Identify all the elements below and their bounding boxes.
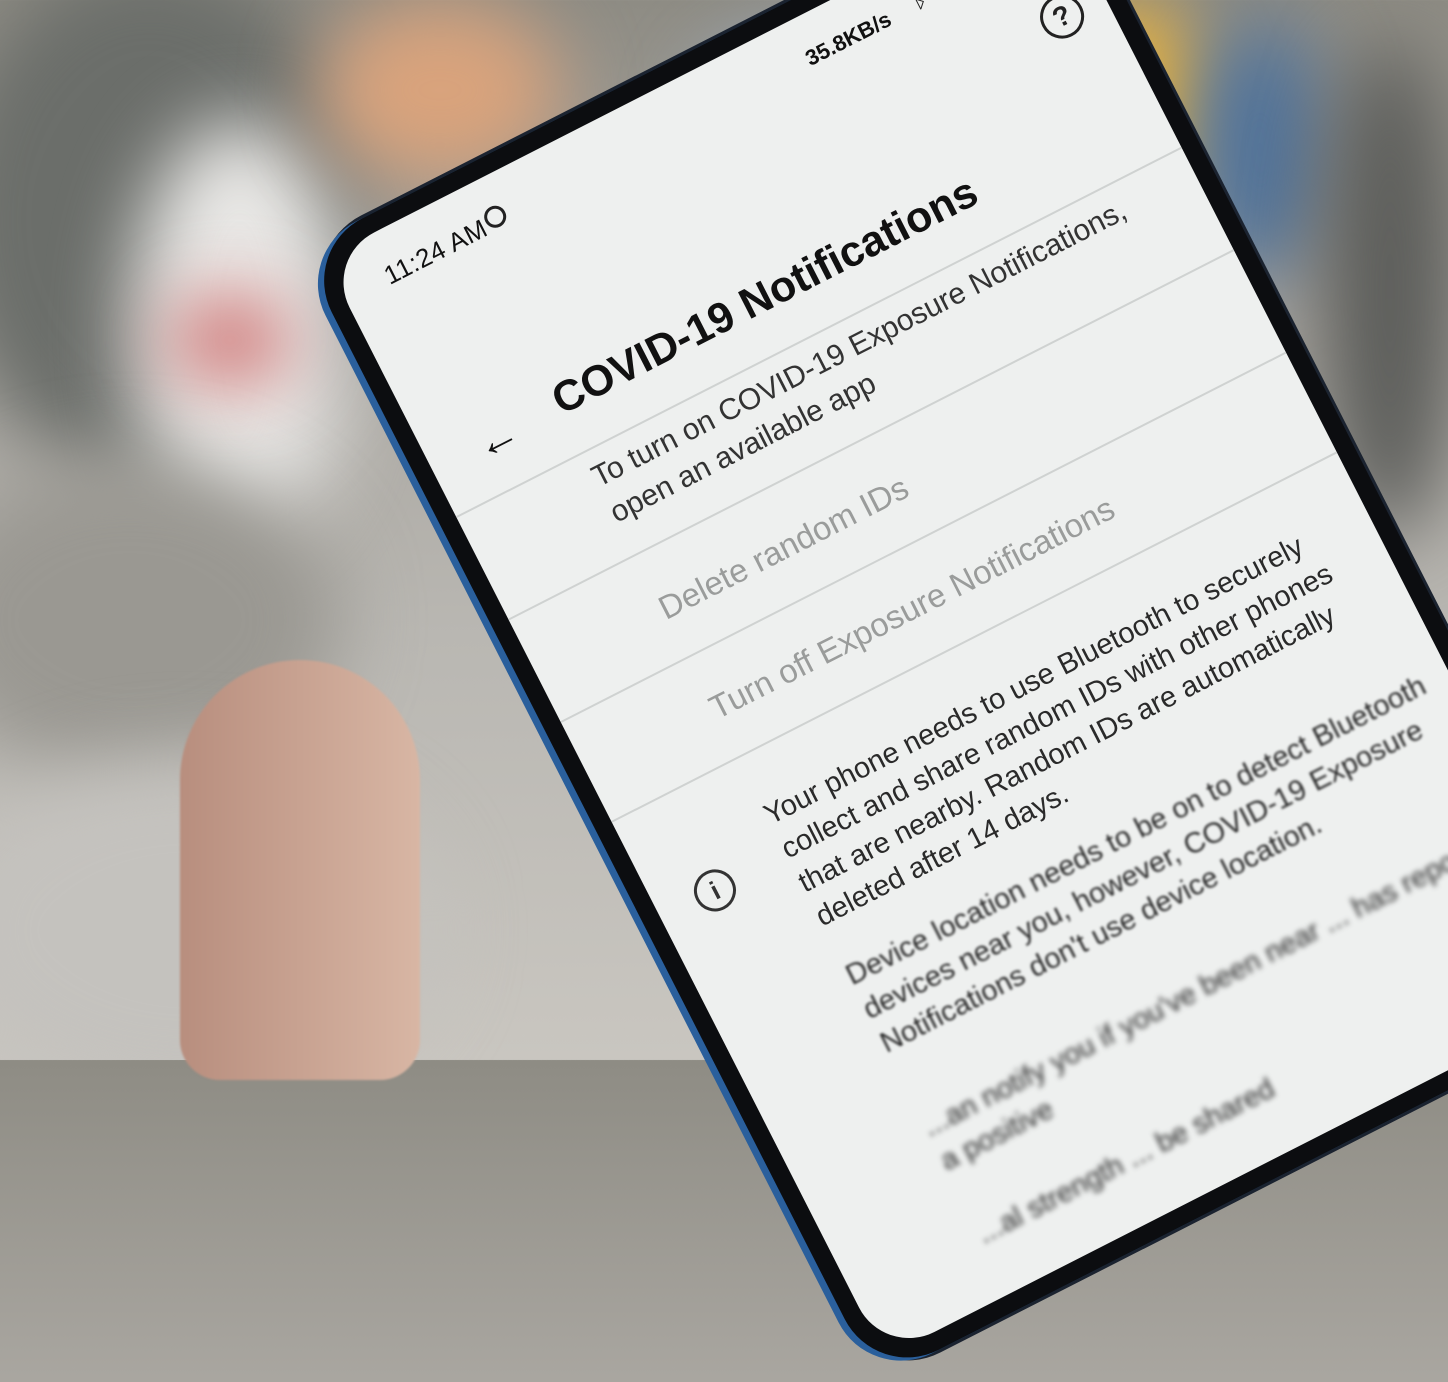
help-icon[interactable]: ?: [1032, 0, 1092, 47]
network-speed: 35.8KB/s: [801, 6, 896, 71]
bluetooth-icon: ᛒ: [906, 0, 936, 15]
back-arrow-icon[interactable]: ←: [466, 407, 528, 472]
thumb: [180, 660, 420, 1080]
status-icons: ᛒ⊘◴▟◠: [906, 0, 1010, 15]
status-time: 11:24 AM: [378, 212, 493, 291]
info-icon: i: [686, 862, 744, 919]
